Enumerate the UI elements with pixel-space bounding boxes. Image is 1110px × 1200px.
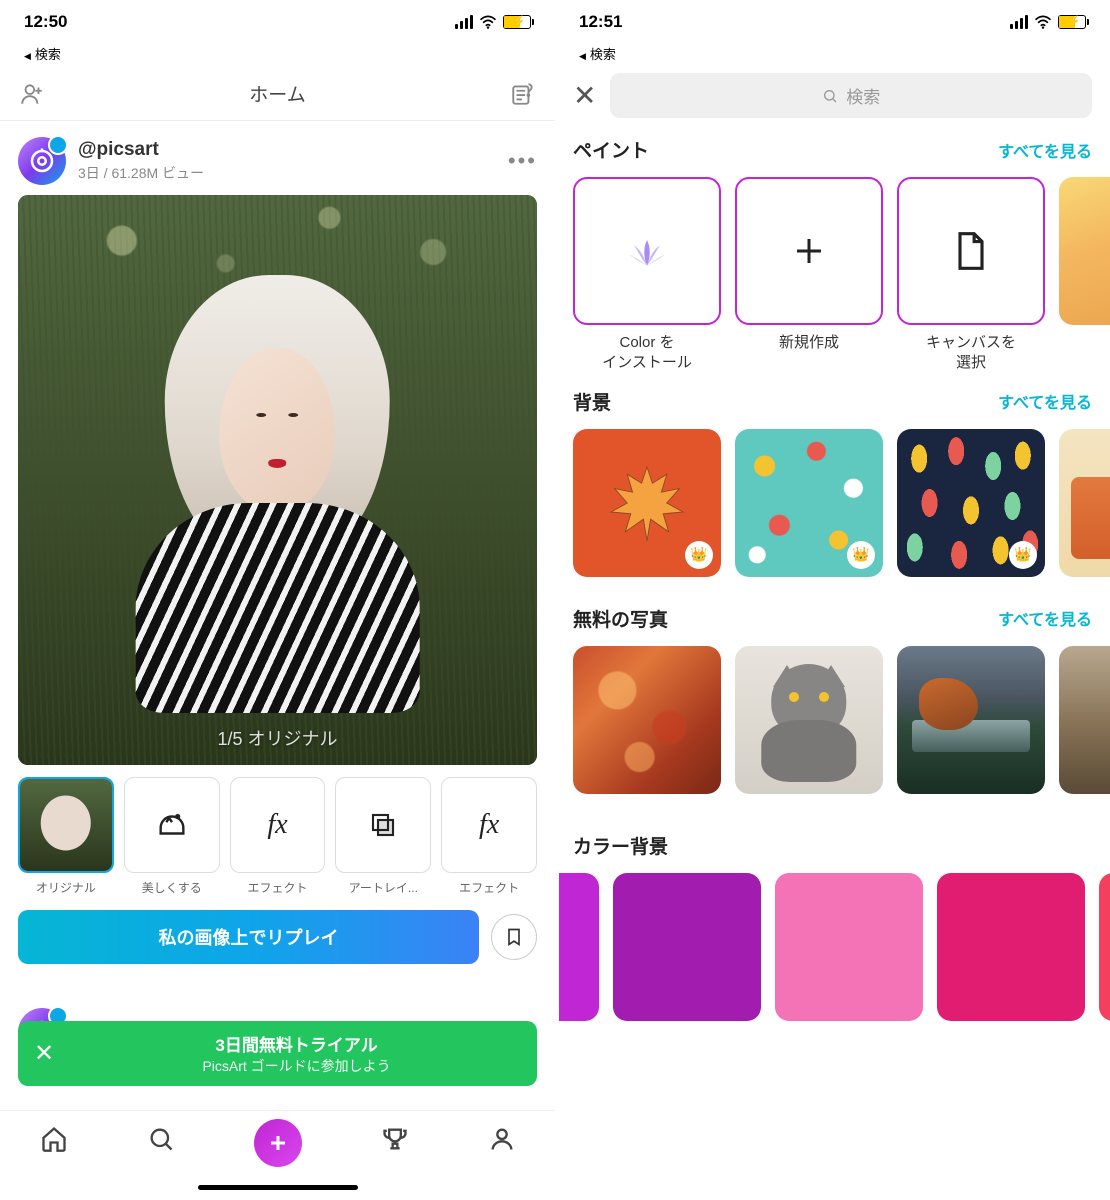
post-image[interactable]: 1/5 オリジナル xyxy=(18,195,537,765)
draft-thumbnail xyxy=(1059,177,1110,325)
status-time: 12:51 xyxy=(579,12,622,32)
color-tile[interactable] xyxy=(559,873,599,1021)
cellular-icon xyxy=(455,15,473,29)
background-row[interactable]: 👑 👑 👑 xyxy=(555,421,1110,597)
edit-step-effect-2[interactable]: fx エフェクト xyxy=(441,777,537,896)
back-to-search[interactable]: 検索 xyxy=(555,44,1110,67)
post-subline: 3日 / 61.28M ビュー xyxy=(78,163,204,183)
photo-tile-cat[interactable] xyxy=(735,646,883,794)
bg-tile-fall[interactable] xyxy=(1059,429,1110,577)
add-friend-button[interactable] xyxy=(18,80,46,108)
premium-icon: 👑 xyxy=(1009,541,1037,569)
color-tile[interactable] xyxy=(1099,873,1110,1021)
paint-draft[interactable]: draft_1 71883 xyxy=(1059,177,1110,374)
image-pager: 1/5 オリジナル xyxy=(217,725,337,751)
status-bar: 12:51 ⚡ xyxy=(555,0,1110,44)
trial-title: 3日間無料トライアル xyxy=(72,1031,521,1056)
section-title: 無料の写真 xyxy=(573,605,668,632)
phone-left-home: 12:50 ⚡ 検索 ホーム @picsart 3日 / 61.28M ビュー … xyxy=(0,0,555,1200)
status-indicators: ⚡ xyxy=(455,15,531,29)
photo-tile-road[interactable] xyxy=(1059,646,1110,794)
see-all-link[interactable]: すべてを見る xyxy=(998,389,1092,413)
create-header: ✕ 検索 xyxy=(555,67,1110,128)
status-bar: 12:50 ⚡ xyxy=(0,0,555,44)
bg-tile-socks[interactable]: 👑 xyxy=(735,429,883,577)
search-input[interactable]: 検索 xyxy=(610,73,1092,118)
paint-row[interactable]: Color を インストール 新規作成 キャンバスを 選択 draft_1 71… xyxy=(555,169,1110,380)
phone-right-create: 12:51 ⚡ 検索 ✕ 検索 ペイント すべてを見る Color を インスト… xyxy=(555,0,1110,1200)
color-tile[interactable] xyxy=(613,873,761,1021)
page-title: ホーム xyxy=(249,80,305,107)
document-icon xyxy=(951,229,991,273)
tab-challenges[interactable] xyxy=(381,1125,409,1158)
section-title: ペイント xyxy=(573,136,649,163)
tab-bar xyxy=(0,1110,555,1200)
close-icon[interactable]: ✕ xyxy=(34,1039,54,1068)
post-header: @picsart 3日 / 61.28M ビュー ••• xyxy=(0,121,555,195)
section-title: 背景 xyxy=(573,388,611,415)
trial-subtitle: PicsArt ゴールドに参加しよう xyxy=(72,1056,521,1076)
section-photos-head: 無料の写真 すべてを見る xyxy=(555,597,1110,638)
edit-steps-row: オリジナル 美しくする fx エフェクト アートレイ... fx エフェクト xyxy=(0,765,555,904)
section-background-head: 背景 すべてを見る xyxy=(555,380,1110,421)
premium-icon: 👑 xyxy=(685,541,713,569)
home-indicator xyxy=(198,1185,358,1190)
status-indicators: ⚡ xyxy=(1010,15,1086,29)
cellular-icon xyxy=(1010,15,1028,29)
color-bg-row[interactable] xyxy=(555,865,1110,1021)
replay-row: 私の画像上でリプレイ xyxy=(0,904,555,978)
section-colorbg-head: カラー背景 xyxy=(555,824,1110,865)
tab-home[interactable] xyxy=(40,1125,68,1158)
tab-search[interactable] xyxy=(147,1125,175,1158)
photo-tile-lake[interactable] xyxy=(897,646,1045,794)
replay-button[interactable]: 私の画像上でリプレイ xyxy=(18,910,479,964)
battery-icon: ⚡ xyxy=(503,15,531,29)
wifi-icon xyxy=(479,15,497,29)
paint-new[interactable]: 新規作成 xyxy=(735,177,883,374)
battery-icon: ⚡ xyxy=(1058,15,1086,29)
section-title: カラー背景 xyxy=(573,832,668,859)
edit-step-beautify[interactable]: 美しくする xyxy=(124,777,220,896)
color-tile[interactable] xyxy=(937,873,1085,1021)
edit-step-effect-1[interactable]: fx エフェクト xyxy=(230,777,326,896)
paint-install-color[interactable]: Color を インストール xyxy=(573,177,721,374)
premium-icon: 👑 xyxy=(847,541,875,569)
bg-tile-leaves[interactable]: 👑 xyxy=(897,429,1045,577)
trial-banner[interactable]: ✕ 3日間無料トライアル PicsArt ゴールドに参加しよう xyxy=(18,1021,537,1086)
see-all-link[interactable]: すべてを見る xyxy=(998,138,1092,162)
back-to-search[interactable]: 検索 xyxy=(0,44,555,67)
lotus-icon xyxy=(625,233,669,269)
color-tile[interactable] xyxy=(775,873,923,1021)
app-header: ホーム xyxy=(0,67,555,121)
tab-profile[interactable] xyxy=(488,1125,516,1158)
photo-tile-leaves[interactable] xyxy=(573,646,721,794)
status-time: 12:50 xyxy=(24,12,67,32)
activity-button[interactable] xyxy=(509,80,537,108)
search-placeholder: 検索 xyxy=(846,83,880,108)
edit-step-original[interactable]: オリジナル xyxy=(18,777,114,896)
post-more-button[interactable]: ••• xyxy=(508,148,537,174)
section-paint-head: ペイント すべてを見る xyxy=(555,128,1110,169)
paint-select-canvas[interactable]: キャンバスを 選択 xyxy=(897,177,1045,374)
plus-icon xyxy=(791,233,827,269)
wifi-icon xyxy=(1034,15,1052,29)
bookmark-button[interactable] xyxy=(491,914,537,960)
avatar[interactable] xyxy=(18,137,66,185)
close-button[interactable]: ✕ xyxy=(573,79,596,112)
post-username[interactable]: @picsart xyxy=(78,139,204,161)
see-all-link[interactable]: すべてを見る xyxy=(998,606,1092,630)
tab-create[interactable] xyxy=(254,1119,302,1167)
bg-tile-maple[interactable]: 👑 xyxy=(573,429,721,577)
edit-step-artlayer[interactable]: アートレイ... xyxy=(335,777,431,896)
free-photos-row[interactable] xyxy=(555,638,1110,824)
